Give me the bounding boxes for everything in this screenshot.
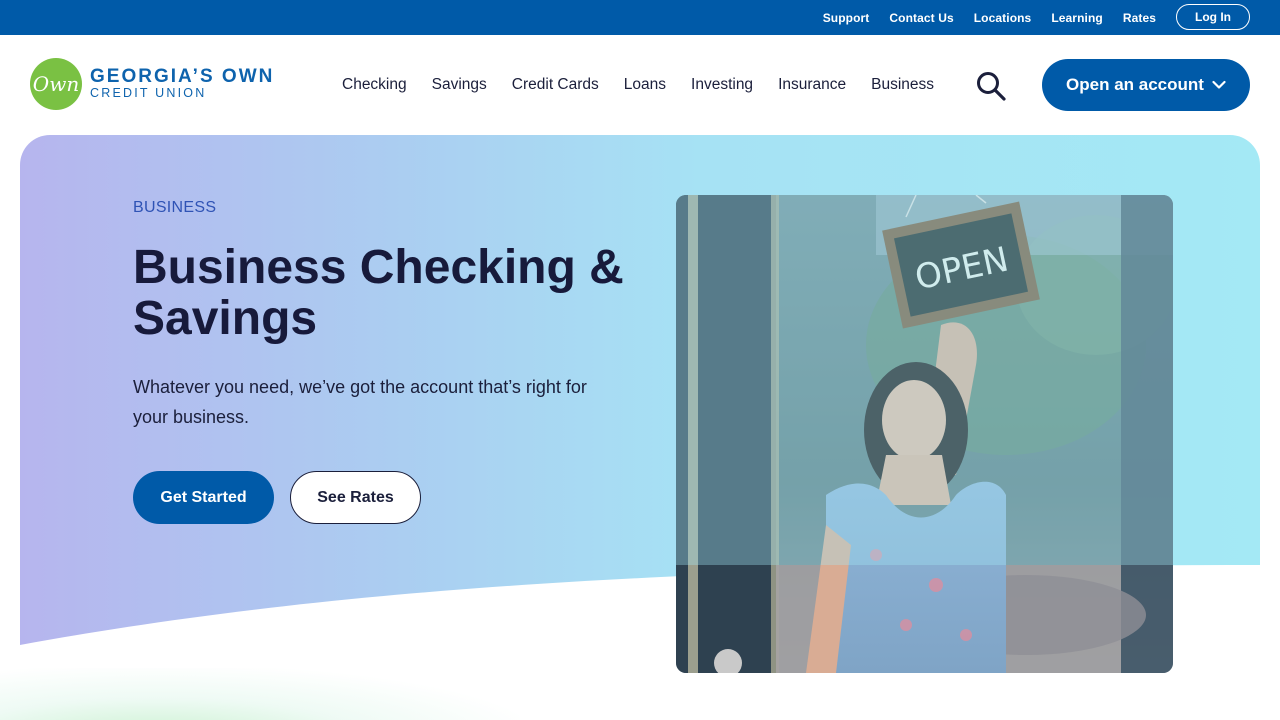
chevron-down-icon (1212, 80, 1226, 89)
utility-bar: Support Contact Us Locations Learning Ra… (0, 0, 1280, 35)
utility-link-support[interactable]: Support (823, 11, 870, 25)
login-button[interactable]: Log In (1176, 4, 1250, 30)
hero-subtitle: Whatever you need, we’ve got the account… (133, 377, 587, 427)
nav-item-loans[interactable]: Loans (624, 76, 666, 94)
nav-item-checking[interactable]: Checking (342, 76, 407, 94)
nav-item-credit-cards[interactable]: Credit Cards (512, 76, 599, 94)
main-nav: Checking Savings Credit Cards Loans Inve… (342, 35, 959, 135)
shop-owner-image: OPEN (676, 195, 1173, 673)
utility-link-contact-us[interactable]: Contact Us (889, 11, 953, 25)
see-rates-button[interactable]: See Rates (290, 471, 421, 524)
utility-links: Support Contact Us Locations Learning Ra… (823, 0, 1156, 35)
search-button[interactable] (975, 71, 1007, 101)
nav-item-insurance[interactable]: Insurance (778, 76, 846, 94)
utility-link-locations[interactable]: Locations (974, 11, 1032, 25)
logo-name: GEORGIA’S OWN (90, 66, 275, 87)
get-started-button[interactable]: Get Started (133, 471, 274, 524)
hero-photo: OPEN (676, 195, 1173, 673)
logo[interactable]: Own GEORGIA’S OWN CREDIT UNION (30, 58, 274, 110)
nav-item-business[interactable]: Business (871, 76, 934, 94)
decorative-glow (0, 668, 520, 720)
utility-link-rates[interactable]: Rates (1123, 11, 1156, 25)
nav-item-investing[interactable]: Investing (691, 76, 753, 94)
search-icon (977, 72, 1006, 101)
hero-title: Business Checking & Savings (133, 241, 624, 345)
site-header: Own GEORGIA’S OWN CREDIT UNION Checking … (0, 35, 1280, 135)
logo-mark: Own (30, 58, 82, 110)
logo-tagline: CREDIT UNION (90, 86, 207, 100)
hero-eyebrow: BUSINESS (133, 199, 217, 216)
open-account-label: Open an account (1066, 75, 1204, 94)
utility-link-learning[interactable]: Learning (1051, 11, 1102, 25)
logo-wordmark: GEORGIA’S OWN CREDIT UNION (90, 66, 275, 100)
nav-item-savings[interactable]: Savings (432, 76, 487, 94)
open-account-button[interactable]: Open an account (1042, 59, 1250, 111)
